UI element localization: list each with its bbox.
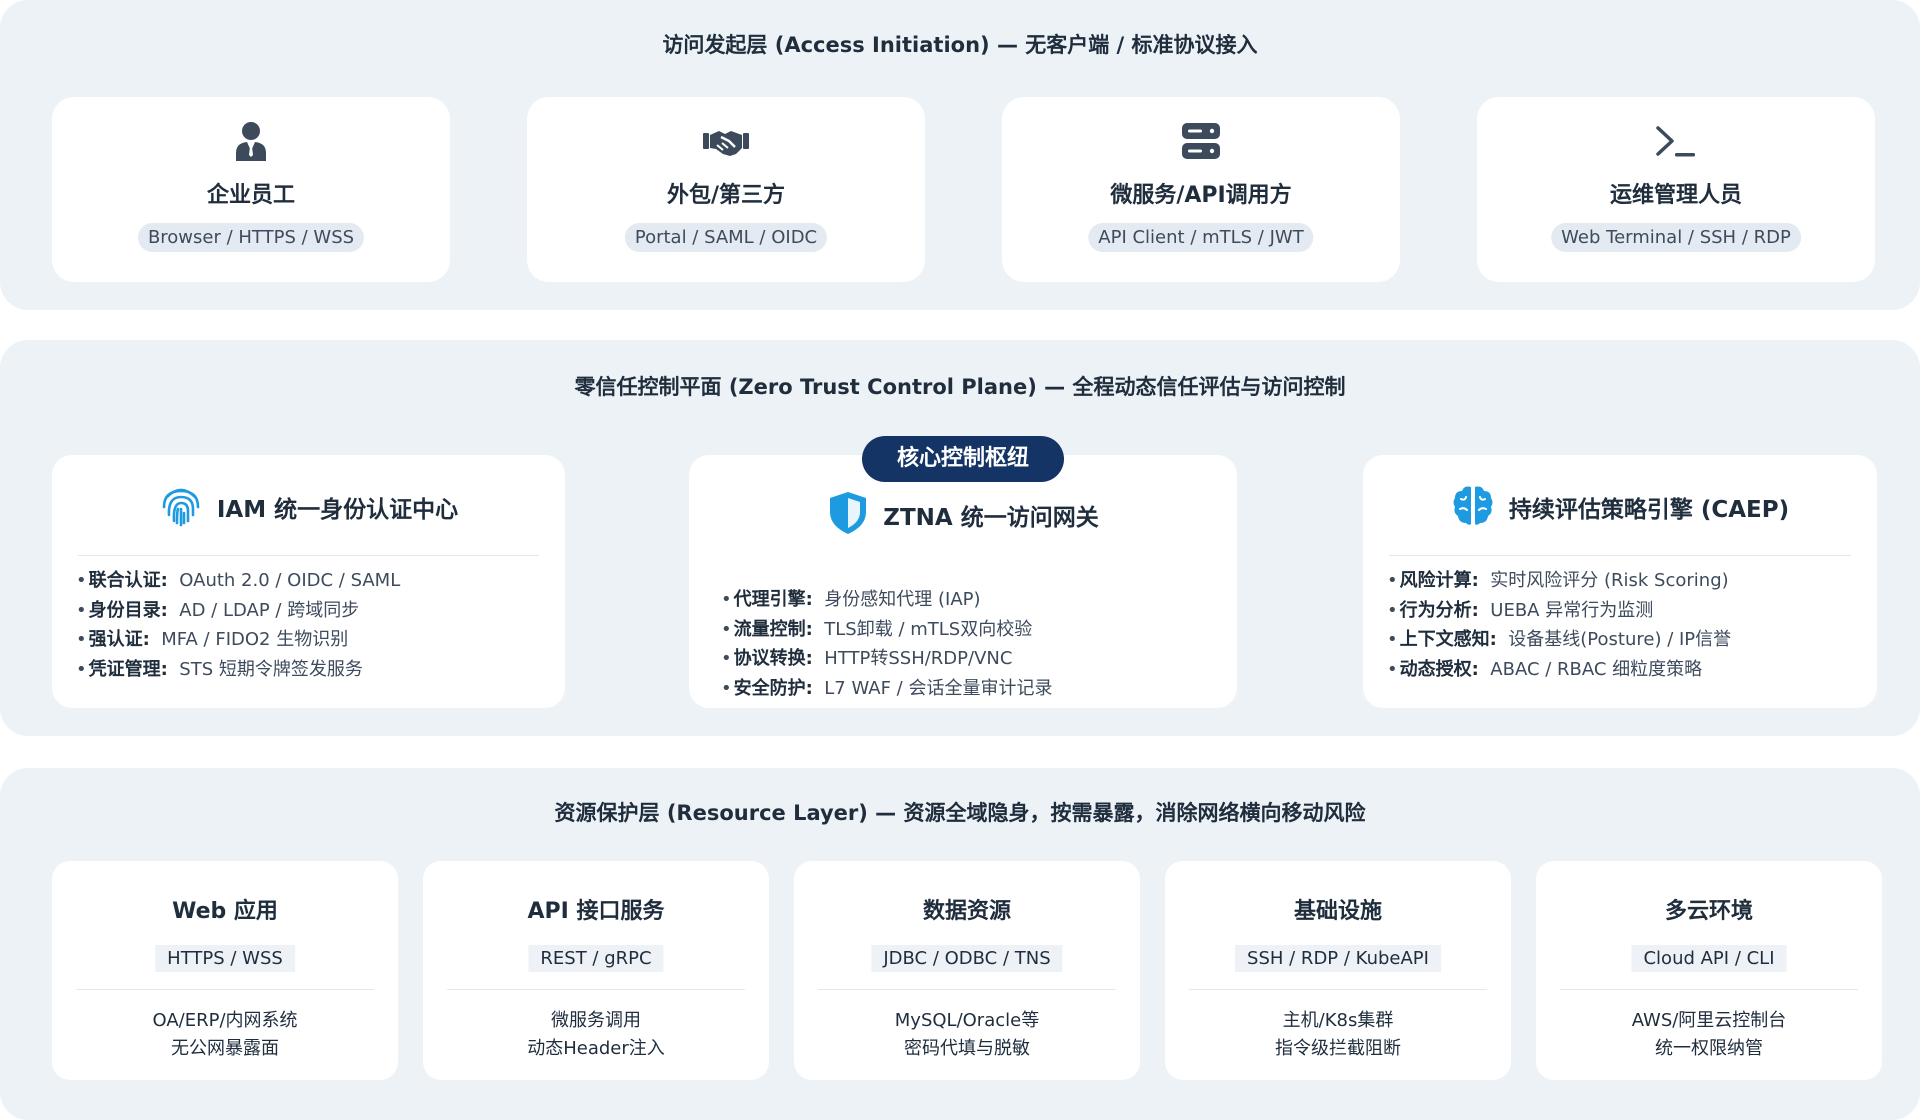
access-card-third-party: 外包/第三方 Portal / SAML / OIDC bbox=[527, 97, 925, 282]
resource-card-desc: OA/ERP/内网系统 bbox=[152, 1010, 298, 1031]
access-card-tag: Portal / SAML / OIDC bbox=[624, 223, 828, 252]
list-item: • 联合认证: OAuth 2.0 / OIDC / SAML bbox=[76, 570, 401, 591]
list-item: • 协议转换: HTTP转SSH/RDP/VNC bbox=[721, 648, 1013, 669]
list-item: • 行为分析: UEBA 异常行为监测 bbox=[1387, 599, 1654, 621]
resource-card-desc: 动态Header注入 bbox=[527, 1038, 665, 1059]
resource-card-title: Web 应用 bbox=[172, 899, 278, 924]
resource-card-infrastructure: 基础设施 SSH / RDP / KubeAPI 主机/K8s集群 指令级拦截阻… bbox=[1165, 861, 1511, 1080]
list-item: • 流量控制: TLS卸载 / mTLS双向校验 bbox=[721, 618, 1033, 640]
access-card-employee: 企业员工 Browser / HTTPS / WSS bbox=[52, 97, 450, 282]
resource-protection-layer: 资源保护层 (Resource Layer) — 资源全域隐身，按需暴露，消除网… bbox=[0, 768, 1920, 1120]
resource-card-desc: 无公网暴露面 bbox=[171, 1038, 279, 1059]
resource-card-desc: 指令级拦截阻断 bbox=[1275, 1038, 1401, 1059]
ztna-feature-list: • 代理引擎: 身份感知代理 (IAP) • 流量控制: TLS卸载 / mTLS双… bbox=[721, 585, 1227, 703]
ztna-card-header: ZTNA 统一访问网关 bbox=[689, 490, 1237, 540]
access-card-tag: Web Terminal / SSH / RDP bbox=[1551, 223, 1801, 252]
resource-card-protocol-tag: REST / gRPC bbox=[528, 945, 664, 972]
caep-card-title: 持续评估策略引擎 (CAEP) bbox=[1508, 497, 1790, 523]
resource-card-desc: 密码代填与脱敏 bbox=[904, 1038, 1030, 1059]
list-item: • 身份目录: AD / LDAP / 跨域同步 bbox=[76, 599, 360, 621]
terminal-icon bbox=[1477, 121, 1875, 161]
resource-card-protocol-tag: JDBC / ODBC / TNS bbox=[871, 945, 1063, 972]
resource-card-title: 基础设施 bbox=[1293, 899, 1382, 924]
resource-card-desc: 微服务调用 bbox=[551, 1010, 641, 1031]
access-card-title: 企业员工 bbox=[206, 183, 295, 208]
resource-card-protocol-tag: SSH / RDP / KubeAPI bbox=[1235, 945, 1441, 972]
access-card-tag: Browser / HTTPS / WSS bbox=[137, 223, 365, 252]
core-hub-badge: 核心控制枢纽 bbox=[862, 436, 1064, 482]
access-card-title: 运维管理人员 bbox=[1609, 183, 1742, 208]
resource-card-title: 数据资源 bbox=[922, 899, 1011, 924]
resource-card-data: 数据资源 JDBC / ODBC / TNS MySQL/Oracle等 密码代… bbox=[794, 861, 1140, 1080]
access-card-tag: API Client / mTLS / JWT bbox=[1088, 223, 1314, 252]
resource-card-desc: 统一权限纳管 bbox=[1655, 1038, 1763, 1059]
divider bbox=[78, 555, 539, 556]
caep-feature-list: • 风险计算: 实时风险评分 (Risk Scoring) • 行为分析: UEBA… bbox=[1387, 566, 1867, 684]
iam-card: IAM 统一身份认证中心 • 联合认证: OAuth 2.0 / OIDC / S… bbox=[52, 455, 565, 708]
resource-card-multi-cloud: 多云环境 Cloud API / CLI AWS/阿里云控制台 统一权限纳管 bbox=[1536, 861, 1882, 1080]
access-card-ops: 运维管理人员 Web Terminal / SSH / RDP bbox=[1477, 97, 1875, 282]
access-card-api-caller: 微服务/API调用方 API Client / mTLS / JWT bbox=[1002, 97, 1400, 282]
list-item: • 代理引擎: 身份感知代理 (IAP) bbox=[721, 589, 981, 610]
divider bbox=[1389, 555, 1851, 556]
list-item: • 风险计算: 实时风险评分 (Risk Scoring) bbox=[1387, 570, 1729, 591]
resource-card-desc: AWS/阿里云控制台 bbox=[1631, 1010, 1787, 1031]
resource-card-protocol-tag: HTTPS / WSS bbox=[155, 945, 295, 972]
access-card-title: 微服务/API调用方 bbox=[1110, 183, 1292, 208]
handshake-icon bbox=[527, 121, 925, 161]
employee-icon bbox=[52, 121, 450, 161]
shield-icon bbox=[827, 490, 869, 540]
server-icon bbox=[1002, 121, 1400, 161]
caep-card-header: 持续评估策略引擎 (CAEP) bbox=[1363, 483, 1877, 531]
fingerprint-icon bbox=[159, 483, 203, 531]
list-item: • 凭证管理: STS 短期令牌签发服务 bbox=[76, 658, 363, 680]
iam-card-header: IAM 统一身份认证中心 bbox=[52, 483, 565, 531]
divider bbox=[1560, 989, 1858, 990]
resource-card-title: 多云环境 bbox=[1664, 899, 1753, 924]
iam-card-title: IAM 统一身份认证中心 bbox=[216, 497, 459, 523]
list-item: • 上下文感知: 设备基线(Posture) / IP信誉 bbox=[1387, 629, 1732, 650]
divider bbox=[818, 989, 1116, 990]
control-layer-title: 零信任控制平面 (Zero Trust Control Plane) — 全程动… bbox=[574, 375, 1346, 399]
resource-card-protocol-tag: Cloud API / CLI bbox=[1631, 945, 1787, 972]
resource-card-web-app: Web 应用 HTTPS / WSS OA/ERP/内网系统 无公网暴露面 bbox=[52, 861, 398, 1080]
iam-feature-list: • 联合认证: OAuth 2.0 / OIDC / SAML • 身份目录: AD… bbox=[76, 566, 555, 684]
list-item: • 安全防护: L7 WAF / 会话全量审计记录 bbox=[721, 677, 1053, 699]
access-initiation-layer: 访问发起层 (Access Initiation) — 无客户端 / 标准协议接… bbox=[0, 0, 1920, 310]
brain-icon bbox=[1451, 483, 1495, 531]
ztna-gateway-card: ZTNA 统一访问网关 • 代理引擎: 身份感知代理 (IAP) • 流量控制: T… bbox=[689, 455, 1237, 708]
list-item: • 动态授权: ABAC / RBAC 细粒度策略 bbox=[1387, 658, 1703, 680]
resource-layer-title: 资源保护层 (Resource Layer) — 资源全域隐身，按需暴露，消除网… bbox=[554, 801, 1366, 825]
divider bbox=[447, 989, 745, 990]
resource-card-desc: 主机/K8s集群 bbox=[1282, 1010, 1394, 1031]
list-item: • 强认证: MFA / FIDO2 生物识别 bbox=[76, 629, 349, 650]
zero-trust-control-plane-layer: 零信任控制平面 (Zero Trust Control Plane) — 全程动… bbox=[0, 340, 1920, 736]
access-card-title: 外包/第三方 bbox=[666, 183, 786, 208]
divider bbox=[76, 989, 374, 990]
access-layer-title: 访问发起层 (Access Initiation) — 无客户端 / 标准协议接… bbox=[662, 33, 1258, 57]
resource-card-desc: MySQL/Oracle等 bbox=[894, 1010, 1040, 1031]
caep-policy-engine-card: 持续评估策略引擎 (CAEP) • 风险计算: 实时风险评分 (Risk Scor… bbox=[1363, 455, 1877, 708]
resource-card-title: API 接口服务 bbox=[527, 899, 665, 924]
resource-card-api-service: API 接口服务 REST / gRPC 微服务调用 动态Header注入 bbox=[423, 861, 769, 1080]
ztna-card-title: ZTNA 统一访问网关 bbox=[883, 505, 1099, 531]
divider bbox=[1189, 989, 1487, 990]
